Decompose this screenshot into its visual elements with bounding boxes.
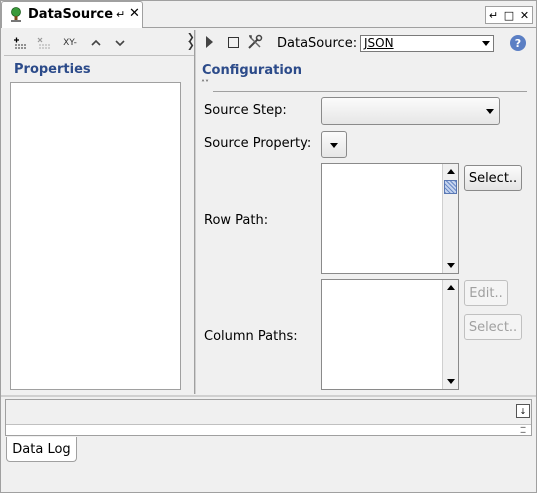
tab-title: DataSource	[28, 7, 114, 22]
scroll-down-icon[interactable]	[443, 374, 458, 389]
row-path-textarea[interactable]	[321, 163, 459, 274]
log-resize-icon[interactable]: ─ ─	[516, 424, 530, 437]
row-path-scrollbar[interactable]	[442, 164, 458, 273]
pane-splitter[interactable]	[194, 30, 196, 394]
remove-property-icon[interactable]	[36, 35, 52, 51]
column-paths-list[interactable]	[321, 279, 459, 390]
properties-list[interactable]	[10, 82, 181, 390]
window-controls: ↵ □ ✕	[485, 6, 533, 24]
datasource-label: DataSource:	[277, 36, 358, 51]
chevron-down-icon	[482, 41, 490, 46]
bottom-splitter[interactable]	[1, 395, 536, 397]
datasource-type-select[interactable]: JSON	[360, 35, 494, 52]
add-property-icon[interactable]	[12, 35, 28, 51]
properties-toolbar: XY-	[4, 30, 194, 56]
maximize-icon[interactable]: □	[504, 9, 514, 22]
run-icon[interactable]	[205, 35, 215, 49]
properties-pane: XY- ❯ ❯ Properties	[4, 30, 195, 394]
tab-data-log[interactable]: Data Log	[6, 437, 77, 462]
stop-icon[interactable]	[228, 37, 239, 48]
scroll-up-icon[interactable]	[443, 280, 458, 295]
move-up-icon[interactable]	[88, 35, 104, 51]
scroll-down-icon[interactable]	[443, 258, 458, 273]
section-divider	[213, 91, 527, 92]
help-icon[interactable]: ?	[510, 35, 526, 51]
collapse-toggle-icon[interactable]: ˄˅	[201, 80, 209, 88]
source-property-label: Source Property:	[204, 136, 312, 151]
datasource-tree-icon	[9, 7, 23, 23]
source-step-label: Source Step:	[204, 103, 287, 118]
xy-property-icon[interactable]: XY-	[60, 35, 80, 51]
select-column-path-button[interactable]: Select..	[464, 314, 522, 340]
data-log-toolbar	[6, 400, 531, 425]
log-options-icon[interactable]: ↓	[516, 404, 530, 418]
datasource-type-value: JSON	[364, 36, 394, 50]
edit-column-path-button[interactable]: Edit..	[464, 280, 508, 306]
tab-datasource[interactable]: DataSource ↵ ✕	[1, 1, 143, 28]
chevron-down-icon	[486, 109, 494, 114]
close-tab-icon[interactable]: ✕	[129, 6, 140, 21]
scroll-up-icon[interactable]	[443, 164, 458, 179]
close-icon[interactable]: ✕	[520, 9, 529, 22]
tools-icon[interactable]	[247, 34, 263, 50]
minimize-icon[interactable]: ↵	[489, 9, 498, 22]
chevron-down-icon	[330, 142, 338, 148]
move-down-icon[interactable]	[112, 35, 128, 51]
scroll-thumb[interactable]	[444, 180, 457, 194]
column-paths-label: Column Paths:	[204, 329, 298, 344]
source-step-select[interactable]	[321, 97, 500, 125]
select-row-path-button[interactable]: Select..	[464, 165, 522, 191]
row-path-label: Row Path:	[204, 213, 269, 228]
configuration-title: Configuration	[202, 63, 302, 78]
source-property-select[interactable]	[321, 131, 347, 158]
detach-icon[interactable]: ↵	[116, 8, 125, 21]
column-paths-scrollbar[interactable]	[442, 280, 458, 389]
properties-title: Properties	[14, 62, 91, 77]
